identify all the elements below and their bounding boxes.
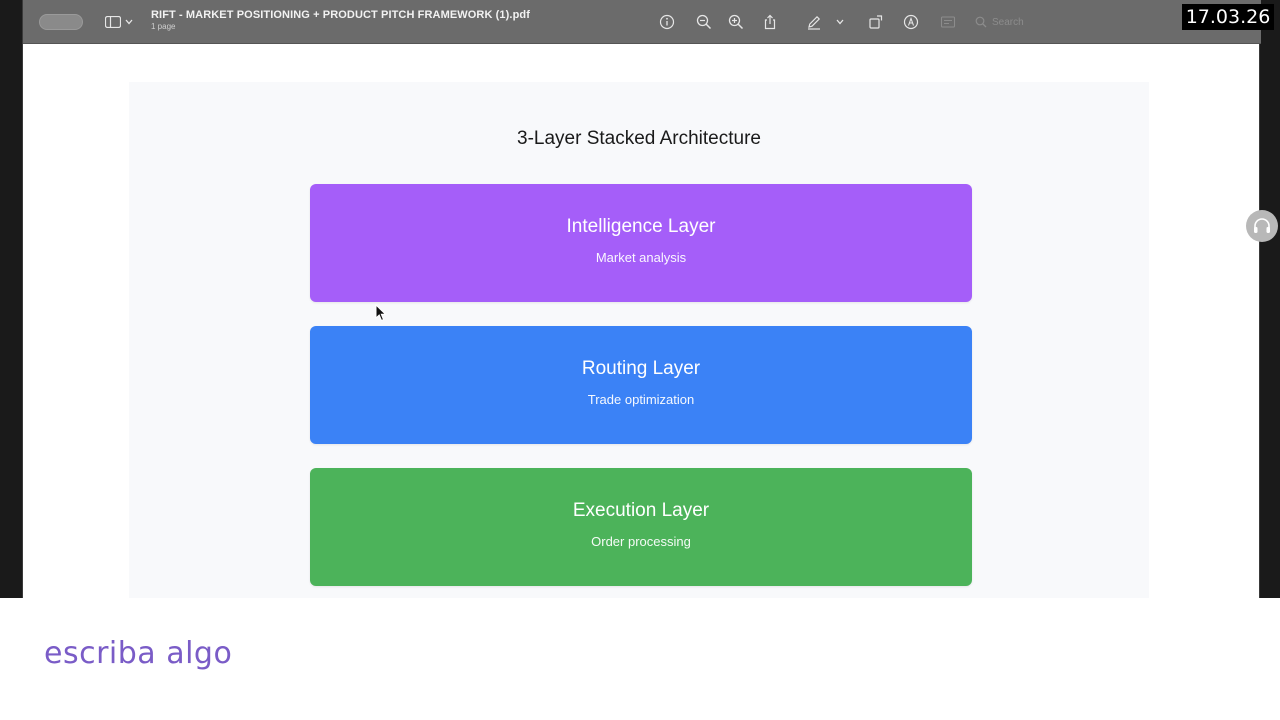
- recording-date-stamp: 17.03.26: [1182, 4, 1274, 30]
- diagram-title: 3-Layer Stacked Architecture: [517, 128, 761, 149]
- pdf-page: 3-Layer Stacked Architecture Intelligenc…: [129, 82, 1149, 598]
- caption-text: escriba algo: [44, 636, 233, 671]
- routing-layer-block: Routing Layer Trade optimization: [310, 326, 972, 444]
- zoom-out-button[interactable]: [695, 13, 713, 31]
- zoom-in-button[interactable]: [727, 13, 745, 31]
- zoom-out-icon: [696, 14, 712, 30]
- info-icon: [659, 14, 675, 30]
- markup-pen-icon: [808, 15, 821, 30]
- caption-area: escriba algo: [0, 598, 1280, 720]
- info-button[interactable]: [658, 13, 676, 31]
- search-icon: [975, 16, 987, 28]
- execution-layer-block: Execution Layer Order processing: [310, 468, 972, 586]
- share-button[interactable]: [761, 13, 779, 31]
- sidebar-icon: [105, 16, 121, 28]
- annotate-button[interactable]: [902, 13, 920, 31]
- pdf-viewer-window: RIFT - MARKET POSITIONING + PRODUCT PITC…: [22, 0, 1261, 598]
- sidebar-toggle-button[interactable]: [105, 12, 139, 32]
- search-field[interactable]: Search: [975, 13, 1085, 31]
- chevron-down-icon: [836, 19, 844, 25]
- layer-name: Execution Layer: [572, 499, 710, 521]
- markup-button[interactable]: [805, 13, 823, 31]
- rotate-button[interactable]: [867, 13, 885, 31]
- zoom-in-icon: [728, 14, 744, 30]
- viewer-toolbar: RIFT - MARKET POSITIONING + PRODUCT PITC…: [23, 0, 1261, 44]
- mouse-pointer-icon: [375, 304, 387, 322]
- window-controls[interactable]: [39, 14, 83, 30]
- search-placeholder: Search: [992, 16, 1024, 28]
- document-title: RIFT - MARKET POSITIONING + PRODUCT PITC…: [151, 9, 530, 21]
- headset-icon[interactable]: [1246, 210, 1278, 242]
- form-icon: [940, 16, 956, 28]
- page-count: 1 page: [151, 22, 176, 31]
- screen-recording: RIFT - MARKET POSITIONING + PRODUCT PITC…: [0, 0, 1280, 598]
- intelligence-layer-block: Intelligence Layer Market analysis: [310, 184, 972, 302]
- layer-name: Routing Layer: [581, 357, 701, 379]
- layer-description: Market analysis: [595, 249, 687, 265]
- form-button[interactable]: [939, 13, 957, 31]
- rotate-icon: [869, 15, 883, 29]
- markup-menu-button[interactable]: [835, 13, 845, 31]
- layer-description: Order processing: [591, 533, 691, 549]
- layer-name: Intelligence Layer: [566, 215, 716, 237]
- chevron-down-icon: [125, 19, 133, 25]
- layer-description: Trade optimization: [587, 391, 695, 407]
- share-icon: [764, 14, 776, 30]
- document-title-area: RIFT - MARKET POSITIONING + PRODUCT PITC…: [151, 9, 611, 31]
- annotate-icon: [903, 14, 919, 30]
